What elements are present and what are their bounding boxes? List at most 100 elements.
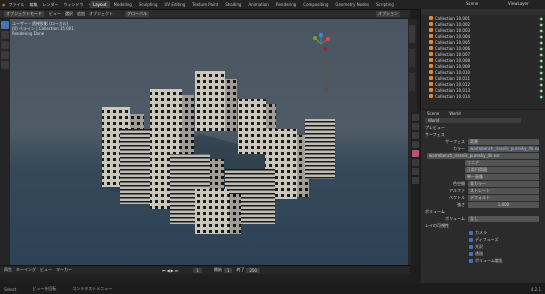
eye-visibility-icon[interactable]: ◉: [540, 22, 544, 27]
scale-tool-icon[interactable]: [1, 61, 9, 69]
end-frame-field[interactable]: 250: [246, 267, 261, 273]
vector-field[interactable]: デフォルト: [468, 194, 539, 201]
hand-pan-icon[interactable]: [323, 68, 329, 74]
timeline-ruler[interactable]: [0, 274, 410, 283]
breadcrumb-scene: Scene: [427, 111, 440, 116]
tab-item[interactable]: [409, 25, 415, 43]
checkbox[interactable]: [469, 230, 473, 235]
navigation-gizmo[interactable]: [310, 33, 332, 55]
world-properties-icon[interactable]: [412, 150, 419, 157]
cursor-tool-icon[interactable]: [1, 31, 9, 39]
view-layer-selector[interactable]: ViewLayer: [508, 1, 529, 6]
section-preview[interactable]: プレビュー: [421, 124, 545, 131]
menu-file[interactable]: ファイル: [9, 2, 25, 8]
tab-compositing[interactable]: Compositing: [300, 1, 331, 8]
mode-selector[interactable]: オブジェクトモード: [4, 11, 44, 17]
tab-uv-editing[interactable]: UV Editing: [162, 1, 189, 8]
menu-window[interactable]: ウィンドウ: [64, 2, 84, 8]
eye-visibility-icon[interactable]: ◉: [540, 94, 544, 99]
tab-animation[interactable]: Animation: [245, 1, 271, 8]
eye-visibility-icon[interactable]: ◉: [540, 76, 544, 81]
select-tool-icon[interactable]: [1, 21, 9, 29]
world-selector[interactable]: World: [425, 118, 521, 123]
camera-icon[interactable]: [323, 77, 329, 83]
projection-dropdown[interactable]: 正距円筒図: [465, 166, 539, 173]
checkbox[interactable]: [469, 251, 473, 256]
eye-visibility-icon[interactable]: ◉: [540, 88, 544, 93]
section-volume[interactable]: ボリューム: [421, 208, 545, 215]
checkbox[interactable]: [469, 258, 473, 263]
tab-sculpting[interactable]: Sculpting: [136, 1, 161, 8]
menu-select[interactable]: 選択: [65, 11, 73, 17]
outliner-item[interactable]: Collection 10.014 ◉: [421, 93, 545, 99]
alpha-dropdown[interactable]: ストレート: [468, 187, 539, 194]
image-datablock[interactable]: warmbench_riesnik_puresky_4k.exr: [427, 152, 539, 159]
surface-field[interactable]: 背景: [468, 138, 539, 145]
scene-properties-icon[interactable]: [412, 141, 419, 148]
eye-visibility-icon[interactable]: ◉: [540, 64, 544, 69]
collection-icon: [429, 82, 433, 86]
blender-logo-icon[interactable]: ◉: [2, 2, 6, 7]
menu-render[interactable]: レンダー: [43, 2, 59, 8]
timeline-playback-menu[interactable]: 再生: [4, 267, 12, 273]
checkbox[interactable]: [469, 237, 473, 242]
alpha-row: アルファ ストレート: [421, 187, 545, 194]
checkbox[interactable]: [469, 244, 473, 249]
output-properties-icon[interactable]: [412, 123, 419, 130]
eye-visibility-icon[interactable]: ◉: [540, 82, 544, 87]
interpolation-dropdown[interactable]: リニア: [465, 159, 539, 166]
menu-object[interactable]: オブジェクト: [89, 11, 113, 17]
current-frame-field[interactable]: 1: [193, 267, 202, 273]
tab-view[interactable]: [409, 73, 415, 91]
volume-row: ボリューム なし: [421, 215, 545, 222]
tab-shading[interactable]: Shading: [222, 1, 244, 8]
options-dropdown[interactable]: オプション: [376, 11, 400, 17]
tab-geometry-nodes[interactable]: Geometry Nodes: [332, 1, 372, 8]
rotate-tool-icon[interactable]: [1, 51, 9, 59]
eye-visibility-icon[interactable]: ◉: [540, 28, 544, 33]
menu-edit[interactable]: 編集: [30, 2, 38, 8]
menu-add[interactable]: 追加: [77, 11, 85, 17]
grid-icon[interactable]: [323, 86, 329, 92]
eye-visibility-icon[interactable]: ◉: [540, 58, 544, 63]
world-datablock: World: [421, 117, 545, 124]
tab-modeling[interactable]: Modeling: [111, 1, 135, 8]
tab-texture-paint[interactable]: Texture Paint: [189, 1, 221, 8]
move-tool-icon[interactable]: [1, 41, 9, 49]
color-field[interactable]: warmbench_riesnik_puresky_4k.exr: [468, 145, 539, 152]
outliner-item-label: Collection 10.009: [435, 63, 471, 69]
tab-layout[interactable]: Layout: [90, 1, 110, 8]
tab-tool[interactable]: [409, 49, 415, 67]
timeline-view-menu[interactable]: ビュー: [40, 267, 52, 273]
eye-visibility-icon[interactable]: ◉: [540, 40, 544, 45]
physics-properties-icon[interactable]: [412, 177, 419, 184]
render-properties-icon[interactable]: [412, 114, 419, 121]
section-surface[interactable]: サーフェス: [421, 131, 545, 138]
orientation-dropdown[interactable]: グローバル: [125, 11, 149, 17]
modifier-properties-icon[interactable]: [412, 168, 419, 175]
start-frame-field[interactable]: 1: [223, 267, 233, 273]
outliner-item-label: Collection 10.008: [435, 57, 471, 63]
eye-visibility-icon[interactable]: ◉: [540, 52, 544, 57]
view-layer-icon[interactable]: [412, 132, 419, 139]
eye-visibility-icon[interactable]: ◉: [540, 70, 544, 75]
zoom-icon[interactable]: [323, 59, 329, 65]
timeline-marker-menu[interactable]: マーカー: [56, 267, 72, 273]
playback-controls-icon[interactable]: ⏮◀▶⏭: [162, 268, 179, 273]
menu-view[interactable]: ビュー: [49, 11, 61, 17]
section-ray-visibility[interactable]: レイの可視性: [421, 222, 545, 229]
colorspace-dropdown[interactable]: 非カラー: [468, 180, 539, 187]
object-properties-icon[interactable]: [412, 159, 419, 166]
eye-visibility-icon[interactable]: ◉: [540, 16, 544, 21]
eye-visibility-icon[interactable]: ◉: [540, 34, 544, 39]
source-dropdown[interactable]: 単一画像: [465, 173, 539, 180]
volume-field[interactable]: なし: [468, 215, 539, 222]
eye-visibility-icon[interactable]: ◉: [540, 46, 544, 51]
scene-selector[interactable]: Scene: [466, 1, 478, 6]
3d-viewport[interactable]: ユーザー・透視投影 (ローカル) (0) ペライン | Collection 1…: [10, 19, 415, 265]
strength-field[interactable]: 1.000: [468, 201, 539, 208]
checkbox-label: ボリューム散乱: [475, 257, 503, 263]
tab-scripting[interactable]: Scripting: [373, 1, 397, 8]
tab-rendering[interactable]: Rendering: [273, 1, 299, 8]
timeline-keying-menu[interactable]: キーイング: [16, 267, 36, 273]
